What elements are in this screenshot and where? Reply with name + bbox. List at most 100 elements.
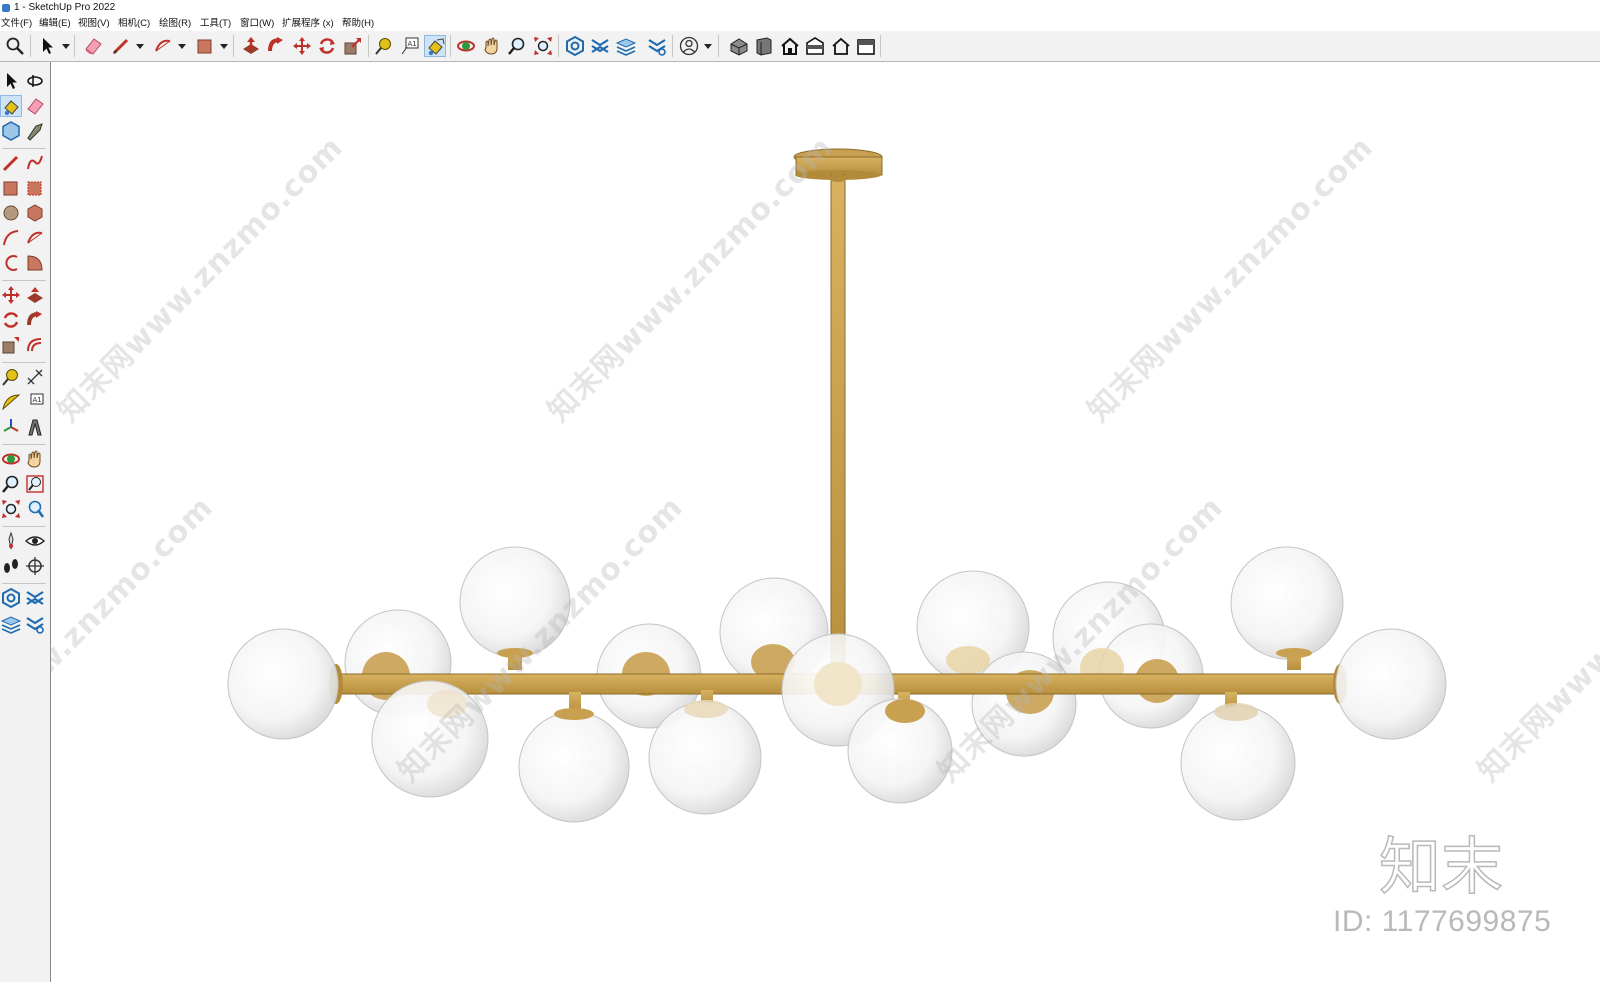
eraser-icon[interactable]	[82, 35, 104, 57]
warehouse-icon[interactable]	[0, 587, 22, 609]
rectangle-icon[interactable]	[194, 35, 216, 57]
model-id: ID: 1177699875	[1333, 905, 1552, 938]
layout-icon[interactable]	[0, 613, 22, 635]
toolbar-separator	[450, 35, 451, 57]
toolbar-separator	[672, 35, 673, 57]
offset-icon[interactable]	[24, 334, 46, 356]
menu-help[interactable]: 帮助(H)	[341, 16, 375, 31]
toolbar-separator	[2, 362, 46, 363]
scale-icon[interactable]	[0, 334, 22, 356]
pan-icon[interactable]	[481, 35, 503, 57]
line-icon[interactable]	[0, 152, 22, 174]
follow-me-icon[interactable]	[24, 309, 46, 331]
walk-icon[interactable]	[0, 555, 22, 577]
menu-view[interactable]: 视图(V)	[77, 16, 111, 31]
iso-view-icon[interactable]	[728, 35, 750, 57]
two-point-arc-icon[interactable]	[24, 227, 46, 249]
section-plane-icon[interactable]	[24, 555, 46, 577]
pie-icon[interactable]	[24, 252, 46, 274]
3d-text-icon[interactable]	[24, 416, 46, 438]
menu-edit[interactable]: 编辑(E)	[38, 16, 72, 31]
toolbar-separator	[233, 35, 234, 57]
toolbar-separator	[30, 35, 31, 57]
orbit-icon[interactable]	[455, 35, 477, 57]
front-view-icon[interactable]	[779, 35, 801, 57]
tape-measure-icon[interactable]	[373, 35, 395, 57]
hanging-rod	[830, 174, 846, 681]
chevron-down-icon[interactable]	[704, 42, 712, 50]
sketchup-app-icon	[2, 4, 10, 12]
orbit-icon[interactable]	[0, 448, 22, 470]
top-view-icon[interactable]	[753, 35, 775, 57]
main-toolbar: A1	[0, 31, 1600, 62]
menu-draw[interactable]: 绘图(R)	[158, 16, 192, 31]
menu-file[interactable]: 文件(F)	[0, 16, 33, 31]
model-viewport[interactable]: 知末网www.znzmo.com 知末网www.znzmo.com 知末网www…	[51, 62, 1600, 982]
polygon-icon[interactable]	[24, 202, 46, 224]
three-point-arc-icon[interactable]	[0, 252, 22, 274]
dimension-icon[interactable]	[24, 366, 46, 388]
account-icon[interactable]	[678, 35, 700, 57]
chevron-down-icon[interactable]	[62, 42, 70, 50]
right-view-icon[interactable]	[804, 35, 826, 57]
zoom-tool-icon[interactable]	[506, 35, 528, 57]
svg-text:A1: A1	[408, 40, 417, 48]
push-pull-icon[interactable]	[24, 284, 46, 306]
menu-camera[interactable]: 相机(C)	[117, 16, 151, 31]
paint-bucket-icon[interactable]	[424, 35, 446, 57]
orbit-small-icon[interactable]	[24, 70, 46, 92]
menu-window[interactable]: 窗口(W)	[239, 16, 275, 31]
freehand-icon[interactable]	[24, 152, 46, 174]
move-icon[interactable]	[0, 284, 22, 306]
move-icon[interactable]	[291, 35, 313, 57]
protractor-icon[interactable]	[0, 391, 22, 413]
look-around-icon[interactable]	[24, 530, 46, 552]
warehouse-icon[interactable]	[564, 35, 586, 57]
component-icon[interactable]	[0, 120, 22, 142]
extension-manager-icon[interactable]	[24, 613, 46, 635]
eraser-icon[interactable]	[24, 95, 46, 117]
rotate-icon[interactable]	[0, 309, 22, 331]
paint-bucket-icon[interactable]	[0, 95, 22, 117]
circle-icon[interactable]	[0, 202, 22, 224]
arc-icon[interactable]	[0, 227, 22, 249]
select-icon[interactable]	[36, 35, 58, 57]
menu-bar: 文件(F) 编辑(E) 视图(V) 相机(C) 绘图(R) 工具(T) 窗口(W…	[0, 16, 1600, 31]
pan-icon[interactable]	[24, 448, 46, 470]
extension-warehouse-icon[interactable]	[24, 587, 46, 609]
toolbar-separator	[2, 148, 46, 149]
chevron-down-icon[interactable]	[178, 42, 186, 50]
toolbar-separator	[2, 526, 46, 527]
chevron-down-icon[interactable]	[220, 42, 228, 50]
pencil-line-icon[interactable]	[110, 35, 132, 57]
zoom-extents-icon[interactable]	[0, 498, 22, 520]
left-view-icon[interactable]	[855, 35, 877, 57]
extension-warehouse-icon[interactable]	[589, 35, 611, 57]
scale-icon[interactable]	[342, 35, 364, 57]
layout-icon[interactable]	[615, 35, 637, 57]
chevron-down-icon[interactable]	[136, 42, 144, 50]
rotated-rectangle-icon[interactable]	[24, 177, 46, 199]
title-bar: 1 - SketchUp Pro 2022	[0, 0, 1600, 16]
previous-view-icon[interactable]	[24, 498, 46, 520]
extension-manager-icon[interactable]	[646, 35, 668, 57]
zoom-extents-icon[interactable]	[532, 35, 554, 57]
position-camera-icon[interactable]	[0, 530, 22, 552]
text-icon[interactable]: A1	[399, 35, 421, 57]
tape-measure-icon[interactable]	[0, 366, 22, 388]
tag-icon[interactable]	[24, 120, 46, 142]
follow-me-icon[interactable]	[265, 35, 287, 57]
zoom-icon[interactable]	[4, 35, 26, 57]
arc-icon[interactable]	[152, 35, 174, 57]
back-view-icon[interactable]	[830, 35, 852, 57]
zoom-window-icon[interactable]	[24, 473, 46, 495]
menu-tools[interactable]: 工具(T)	[199, 16, 232, 31]
push-pull-icon[interactable]	[240, 35, 262, 57]
rotate-icon[interactable]	[316, 35, 338, 57]
axes-icon[interactable]	[0, 416, 22, 438]
text-icon[interactable]: A1	[24, 391, 46, 413]
select-icon[interactable]	[0, 70, 22, 92]
zoom-icon[interactable]	[0, 473, 22, 495]
menu-extensions[interactable]: 扩展程序 (x)	[281, 16, 335, 31]
rectangle-icon[interactable]	[0, 177, 22, 199]
